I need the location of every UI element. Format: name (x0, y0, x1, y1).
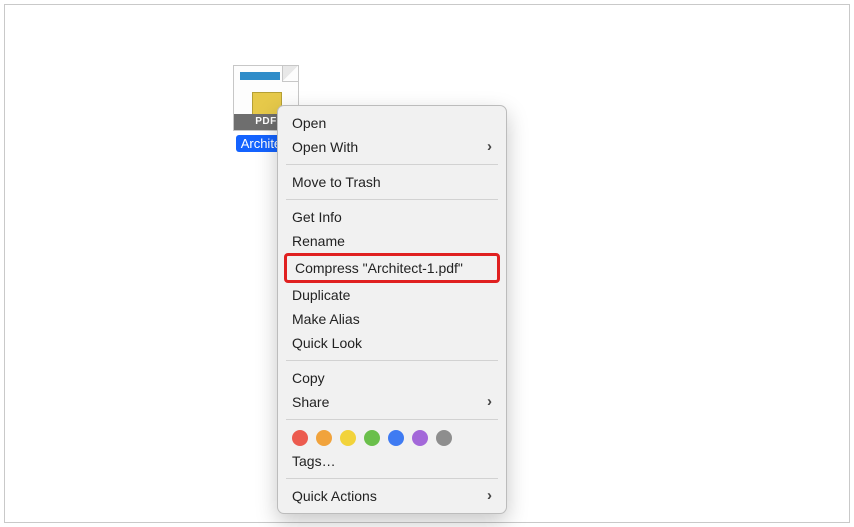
menu-tags-label: Tags… (292, 452, 336, 470)
menu-open-label: Open (292, 114, 326, 132)
menu-quick-actions[interactable]: Quick Actions › (278, 484, 506, 508)
menu-rename-label: Rename (292, 232, 345, 250)
menu-share[interactable]: Share › (278, 390, 506, 414)
chevron-right-icon: › (487, 138, 492, 156)
menu-make-alias-label: Make Alias (292, 310, 360, 328)
tag-color-row (278, 425, 506, 449)
menu-rename[interactable]: Rename (278, 229, 506, 253)
highlighted-menu-item: Compress "Architect-1.pdf" (284, 253, 500, 283)
menu-copy[interactable]: Copy (278, 366, 506, 390)
window-frame: PDF Architect Open Open With › Move to T… (4, 4, 850, 523)
tag-blue-icon[interactable] (388, 430, 404, 446)
menu-get-info-label: Get Info (292, 208, 342, 226)
menu-move-to-trash-label: Move to Trash (292, 173, 381, 191)
menu-duplicate-label: Duplicate (292, 286, 350, 304)
menu-quick-look[interactable]: Quick Look (278, 331, 506, 355)
menu-quick-look-label: Quick Look (292, 334, 362, 352)
menu-separator (286, 199, 498, 200)
menu-duplicate[interactable]: Duplicate (278, 283, 506, 307)
menu-share-label: Share (292, 393, 329, 411)
menu-open[interactable]: Open (278, 111, 506, 135)
chevron-right-icon: › (487, 393, 492, 411)
menu-copy-label: Copy (292, 369, 325, 387)
menu-separator (286, 360, 498, 361)
chevron-right-icon: › (487, 487, 492, 505)
menu-separator (286, 164, 498, 165)
menu-open-with[interactable]: Open With › (278, 135, 506, 159)
menu-make-alias[interactable]: Make Alias (278, 307, 506, 331)
menu-compress[interactable]: Compress "Architect-1.pdf" (287, 256, 497, 280)
menu-get-info[interactable]: Get Info (278, 205, 506, 229)
tag-red-icon[interactable] (292, 430, 308, 446)
tag-green-icon[interactable] (364, 430, 380, 446)
menu-open-with-label: Open With (292, 138, 358, 156)
menu-separator (286, 419, 498, 420)
tag-yellow-icon[interactable] (340, 430, 356, 446)
menu-compress-label: Compress "Architect-1.pdf" (295, 259, 463, 277)
tag-purple-icon[interactable] (412, 430, 428, 446)
tag-orange-icon[interactable] (316, 430, 332, 446)
context-menu: Open Open With › Move to Trash Get Info … (277, 105, 507, 514)
desktop-area: PDF Architect Open Open With › Move to T… (5, 5, 849, 522)
menu-quick-actions-label: Quick Actions (292, 487, 377, 505)
menu-move-to-trash[interactable]: Move to Trash (278, 170, 506, 194)
tag-gray-icon[interactable] (436, 430, 452, 446)
menu-tags[interactable]: Tags… (278, 449, 506, 473)
menu-separator (286, 478, 498, 479)
